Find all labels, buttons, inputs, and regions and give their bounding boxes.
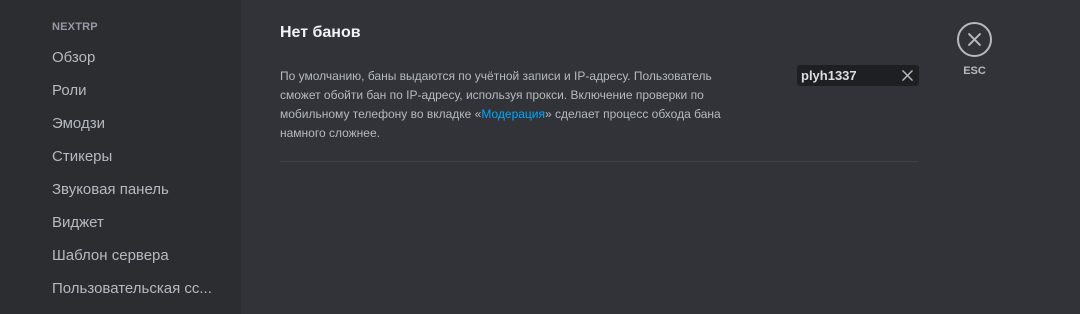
- close-icon[interactable]: [902, 70, 913, 81]
- description-line-1: По умолчанию, баны выдаются по учётной з…: [280, 69, 712, 83]
- description-line-3-start: мобильному телефону во вкладке «: [280, 107, 482, 121]
- sidebar-item-overview[interactable]: Обзор: [52, 47, 232, 80]
- ban-search-input[interactable]: [801, 68, 897, 83]
- sidebar-item-custom-link[interactable]: Пользовательская сс...: [52, 278, 232, 311]
- page-title: Нет банов: [280, 24, 361, 41]
- sidebar-item-soundboard[interactable]: Звуковая панель: [52, 179, 232, 212]
- description-line-2: сможет обойти бан по IP-адресу, использу…: [280, 88, 704, 102]
- sidebar-item-roles[interactable]: Роли: [52, 80, 232, 113]
- sidebar-item-server-template[interactable]: Шаблон сервера: [52, 245, 232, 278]
- sidebar-item-widget[interactable]: Виджет: [52, 212, 232, 245]
- esc-label: ESC: [963, 65, 986, 77]
- sidebar-item-emoji[interactable]: Эмодзи: [52, 113, 232, 146]
- sidebar-item-stickers[interactable]: Стикеры: [52, 146, 232, 179]
- ban-search-box: [797, 65, 919, 86]
- main-content: Нет банов По умолчанию, баны выдаются по…: [280, 0, 920, 314]
- divider: [280, 161, 918, 162]
- sidebar-nav: Обзор Роли Эмодзи Стикеры Звуковая панел…: [52, 47, 232, 311]
- bans-description: По умолчанию, баны выдаются по учётной з…: [280, 67, 760, 143]
- sidebar: NEXTRP Обзор Роли Эмодзи Стикеры Звукова…: [0, 0, 241, 314]
- description-line-3-end: » сделает процесс обхода бана: [545, 107, 721, 121]
- close-settings-button[interactable]: [957, 22, 992, 57]
- server-name-header: NEXTRP: [52, 21, 98, 33]
- description-line-4: намного сложнее.: [280, 126, 380, 140]
- moderation-link[interactable]: Модерация: [481, 107, 545, 121]
- close-settings: ESC: [957, 22, 993, 77]
- close-circle-icon: [968, 33, 981, 46]
